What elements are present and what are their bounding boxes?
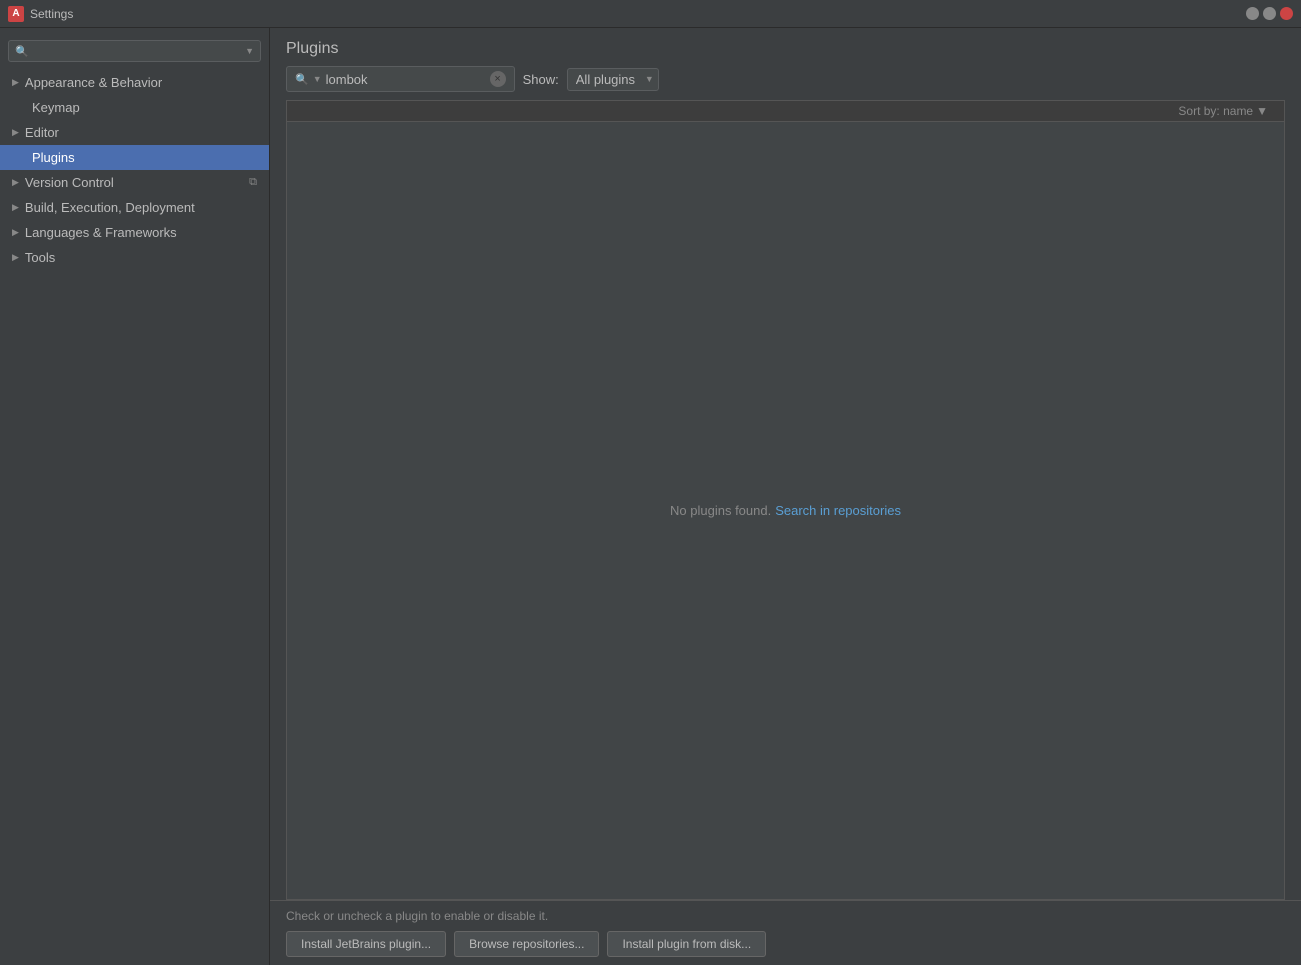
page-title: Plugins (286, 40, 338, 57)
sidebar-label-appearance: Appearance & Behavior (25, 75, 257, 90)
plugin-search-icon: 🔍 (295, 73, 309, 86)
sidebar: 🔍 ▼ ▶ Appearance & Behavior Keymap ▶ Edi… (0, 28, 270, 965)
close-button[interactable] (1280, 7, 1293, 20)
window-title: Settings (30, 7, 1240, 21)
bottom-area: Check or uncheck a plugin to enable or d… (270, 900, 1301, 965)
sidebar-item-tools[interactable]: ▶ Tools (0, 245, 269, 270)
bottom-buttons: Install JetBrains plugin... Browse repos… (286, 931, 1285, 957)
chevron-right-icon: ▶ (12, 127, 19, 138)
search-repositories-link[interactable]: Search in repositories (775, 503, 901, 518)
browse-repositories-button[interactable]: Browse repositories... (454, 931, 599, 957)
install-from-disk-button[interactable]: Install plugin from disk... (607, 931, 766, 957)
sidebar-item-version-control[interactable]: ▶ Version Control ⧉ (0, 170, 269, 195)
chevron-right-icon: ▶ (12, 202, 19, 213)
sort-bar: Sort by: name ▼ (286, 100, 1285, 121)
search-dropdown-arrow[interactable]: ▼ (245, 46, 254, 56)
plugin-search-input[interactable] (326, 72, 486, 87)
plugin-search-bar: 🔍 ▼ × Show: All plugins Enabled Disabled… (270, 66, 1301, 100)
maximize-button[interactable] (1263, 7, 1276, 20)
sort-by-label: Sort by: name (1178, 104, 1253, 118)
sidebar-label-languages: Languages & Frameworks (25, 225, 257, 240)
show-dropdown-wrap[interactable]: All plugins Enabled Disabled Bundled Cus… (567, 68, 659, 91)
sort-arrow-icon: ▼ (1256, 104, 1268, 118)
sidebar-label-build: Build, Execution, Deployment (25, 200, 257, 215)
plugin-list-area: No plugins found. Search in repositories (286, 121, 1285, 900)
no-plugins-text: No plugins found. (670, 503, 771, 518)
no-plugins-message: No plugins found. Search in repositories (670, 503, 901, 518)
chevron-right-icon: ▶ (12, 77, 19, 88)
chevron-right-icon: ▶ (12, 227, 19, 238)
copy-icon: ⧉ (249, 176, 257, 189)
search-icon: 🔍 (15, 45, 29, 58)
chevron-right-icon: ▶ (12, 177, 19, 188)
window-controls (1246, 7, 1293, 20)
chevron-right-icon: ▶ (12, 252, 19, 263)
install-jetbrains-button[interactable]: Install JetBrains plugin... (286, 931, 446, 957)
sidebar-item-plugins[interactable]: Plugins (0, 145, 269, 170)
sidebar-item-appearance[interactable]: ▶ Appearance & Behavior (0, 70, 269, 95)
content-header: Plugins (270, 28, 1301, 66)
sidebar-item-build[interactable]: ▶ Build, Execution, Deployment (0, 195, 269, 220)
sidebar-label-editor: Editor (25, 125, 257, 140)
sidebar-label-tools: Tools (25, 250, 257, 265)
title-bar: A Settings (0, 0, 1301, 28)
show-label: Show: (523, 72, 559, 87)
app-icon: A (8, 6, 24, 22)
clear-search-button[interactable]: × (490, 71, 506, 87)
sidebar-item-editor[interactable]: ▶ Editor (0, 120, 269, 145)
sidebar-search-input[interactable] (33, 44, 241, 58)
sidebar-label-version-control: Version Control (25, 175, 243, 190)
minimize-button[interactable] (1246, 7, 1259, 20)
plugin-search-wrap[interactable]: 🔍 ▼ × (286, 66, 515, 92)
content-area: Plugins 🔍 ▼ × Show: All plugins Enabled … (270, 28, 1301, 965)
sidebar-item-languages[interactable]: ▶ Languages & Frameworks (0, 220, 269, 245)
plugin-search-arrow[interactable]: ▼ (313, 74, 322, 84)
main-layout: 🔍 ▼ ▶ Appearance & Behavior Keymap ▶ Edi… (0, 28, 1301, 965)
sidebar-label-keymap: Keymap (32, 100, 257, 115)
sort-by-dropdown[interactable]: Sort by: name ▼ (1178, 104, 1268, 118)
sidebar-search-wrap[interactable]: 🔍 ▼ (8, 40, 261, 62)
show-dropdown[interactable]: All plugins Enabled Disabled Bundled Cus… (567, 68, 659, 91)
hint-text: Check or uncheck a plugin to enable or d… (286, 909, 1285, 923)
sidebar-item-keymap[interactable]: Keymap (0, 95, 269, 120)
sidebar-label-plugins: Plugins (32, 150, 257, 165)
